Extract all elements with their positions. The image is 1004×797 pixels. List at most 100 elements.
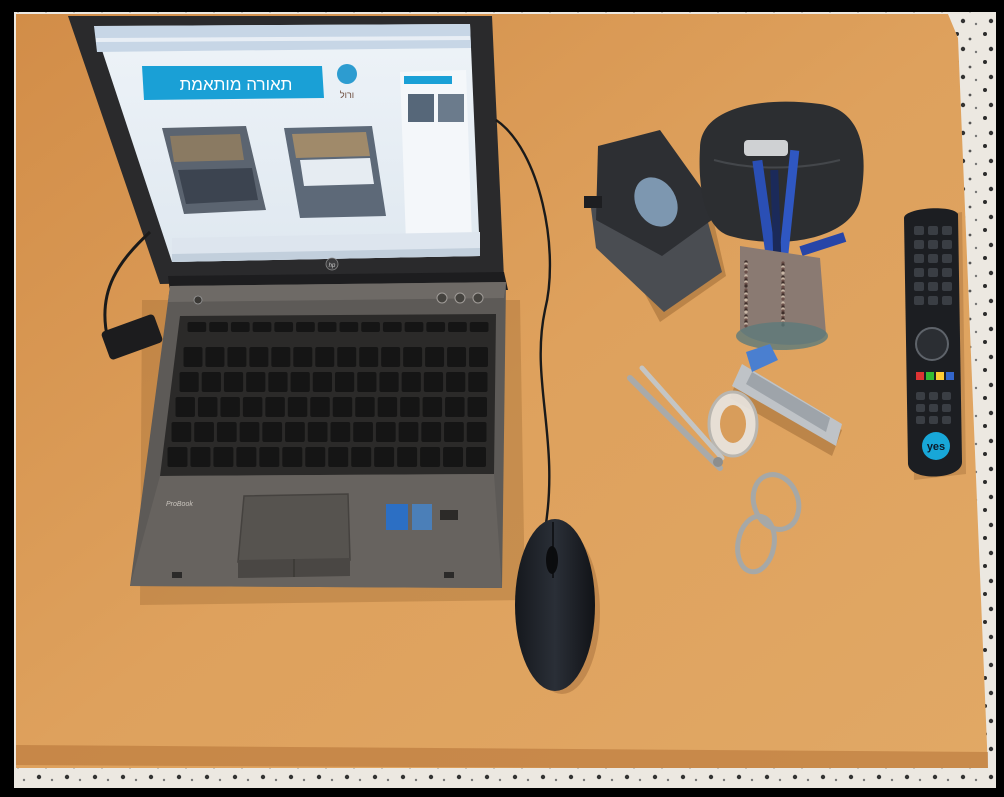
slide-banner-text: תאורה מותאמת	[180, 75, 293, 94]
remote-button	[916, 404, 925, 412]
keyboard-key	[423, 372, 444, 392]
keyboard-key	[401, 372, 421, 392]
remote-button	[929, 392, 938, 400]
remote-button	[942, 254, 952, 263]
cup-pattern-dot	[781, 297, 785, 301]
keyboard-key	[259, 447, 280, 467]
keyboard-key	[468, 372, 488, 392]
cup-pattern-dot	[744, 270, 748, 274]
keyboard-key	[282, 447, 303, 467]
keyboard-key	[220, 397, 240, 417]
power-button-icon	[193, 295, 203, 305]
keyboard-key	[332, 397, 353, 417]
remote-button	[942, 416, 951, 424]
keyboard-key	[230, 322, 250, 332]
cup-pattern-dot	[781, 271, 785, 275]
mouse-wheel	[546, 546, 558, 574]
keyboard-key	[201, 372, 221, 392]
keyboard-key	[469, 347, 488, 367]
keyboard-key	[397, 447, 418, 467]
keyboard-key	[379, 372, 399, 392]
keyboard-key	[242, 397, 263, 417]
keyboard-key	[293, 347, 313, 367]
tv-remote: yes	[904, 208, 966, 480]
remote-button	[914, 226, 924, 235]
keyboard-key	[447, 347, 467, 367]
keyboard-key	[167, 447, 188, 467]
keyboard-key	[335, 372, 355, 392]
keyboard-key	[183, 347, 203, 367]
keyboard-key	[265, 397, 285, 417]
keyboard-key	[205, 347, 225, 367]
cup-pattern-dot	[744, 284, 748, 288]
remote-button	[942, 404, 951, 412]
cup-pattern-dot	[744, 298, 748, 302]
remote-logo-text: yes	[927, 441, 945, 453]
keyboard-key	[469, 322, 489, 332]
tape-roll	[707, 390, 759, 458]
touchpad	[237, 493, 351, 563]
keyboard-key	[271, 347, 291, 367]
keyboard-key	[274, 322, 294, 332]
photo-scene: תאורה מותאמת ורול hp ProBook yes	[0, 0, 1004, 797]
keyboard-key	[382, 322, 402, 332]
keyboard-key	[355, 397, 375, 417]
keyboard-key	[287, 397, 308, 417]
fingerprint-reader	[440, 510, 458, 520]
keyboard-key	[187, 322, 207, 332]
cup-pattern-dot	[781, 285, 785, 289]
remote-dpad	[915, 327, 949, 361]
keyboard-key	[239, 422, 260, 442]
keyboard-key	[443, 447, 464, 467]
keyboard-key	[375, 422, 396, 442]
svg-text:hp: hp	[329, 263, 336, 269]
remote-button	[914, 254, 924, 263]
remote-button	[928, 226, 938, 235]
keyboard-key	[223, 372, 244, 392]
keyboard-key	[445, 397, 465, 417]
keyboard-key	[351, 447, 372, 467]
keyboard-key	[197, 397, 218, 417]
keyboard-key	[296, 322, 315, 332]
keyboard-key	[337, 347, 357, 367]
keyboard-key	[249, 347, 269, 367]
remote-button	[928, 240, 938, 249]
keyboard-key	[310, 397, 330, 417]
laptop-button-icon	[436, 292, 448, 304]
keyboard-key	[175, 397, 195, 417]
remote-button	[942, 282, 952, 291]
keyboard-key	[421, 422, 442, 442]
keyboard-key	[307, 422, 328, 442]
remote-button	[916, 416, 925, 424]
keyboard-key	[357, 372, 377, 392]
keyboard-key	[262, 422, 283, 442]
keyboard-key	[290, 372, 310, 392]
remote-button	[928, 296, 938, 305]
keyboard-key	[466, 422, 487, 442]
keyboard-key	[420, 447, 441, 467]
keyboard-key	[361, 322, 380, 332]
keyboard-key	[315, 347, 335, 367]
laptop-model-text: ProBook	[166, 501, 193, 508]
slide-logo-text: ורול	[340, 90, 354, 100]
keyboard-key	[446, 372, 466, 392]
keyboard-key	[400, 397, 420, 417]
remote-button	[914, 240, 924, 249]
keyboard-key	[330, 422, 351, 442]
keyboard-key	[404, 322, 424, 332]
remote-button	[942, 296, 952, 305]
keyboard-key	[216, 422, 237, 442]
keyboard-key	[403, 347, 423, 367]
remote-button	[928, 282, 938, 291]
keyboard-key	[353, 422, 373, 442]
keyboard-key	[444, 422, 464, 442]
remote-button	[942, 226, 952, 235]
keyboard-key	[209, 322, 228, 332]
cup-pattern-dot	[744, 310, 748, 314]
remote-button	[916, 392, 925, 400]
keyboard-key	[425, 347, 445, 367]
laptop-button-icon	[454, 292, 466, 304]
keyboard-key	[339, 322, 359, 332]
keyboard-key	[377, 397, 398, 417]
remote-button	[942, 240, 952, 249]
